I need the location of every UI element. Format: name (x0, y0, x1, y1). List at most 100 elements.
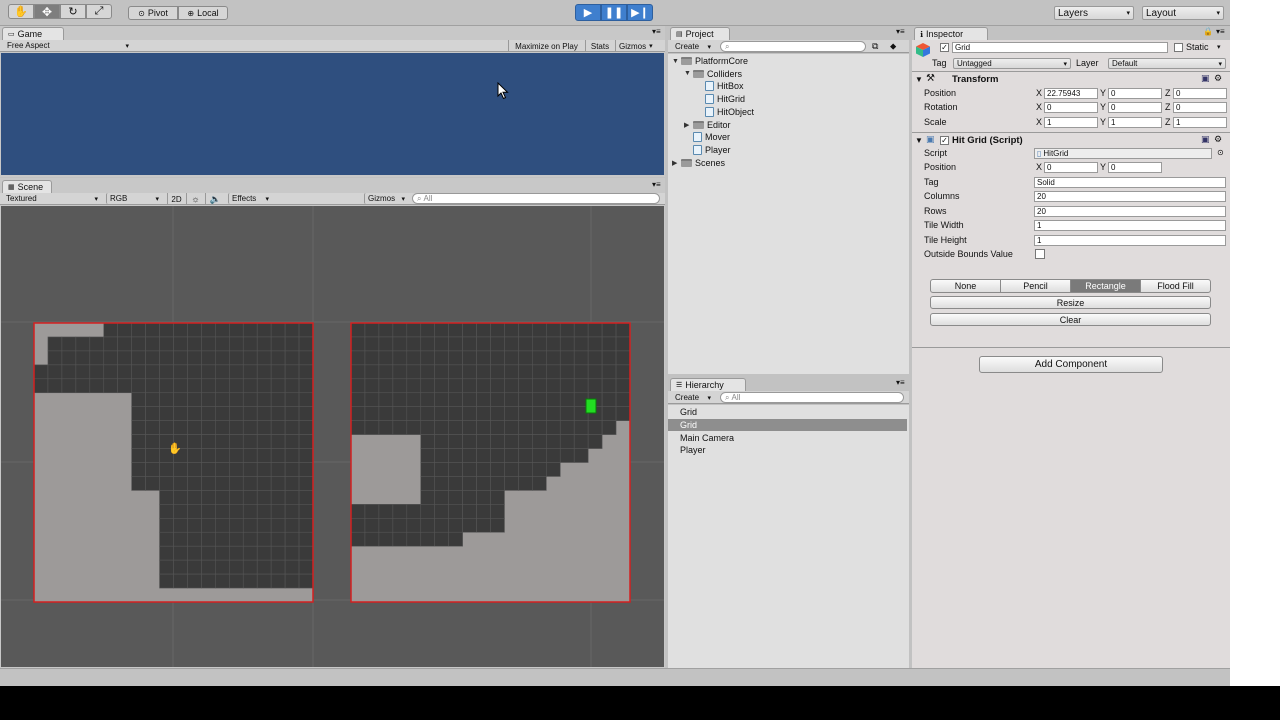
hierarchy-tab-menu-icon[interactable]: ▾≡ (896, 378, 905, 387)
mode-2d-toggle[interactable]: 2D (167, 193, 185, 205)
resize-button[interactable]: Resize (930, 296, 1211, 309)
project-item-mover[interactable]: Mover (684, 131, 730, 143)
project-item-scenes[interactable]: ▶ Scenes (672, 157, 725, 169)
color-mode-dropdown[interactable]: RGB (106, 193, 162, 204)
help-icon[interactable]: ▣ (1201, 134, 1210, 145)
tab-inspector[interactable]: ℹ Inspector (914, 27, 988, 40)
static-checkbox[interactable] (1174, 43, 1183, 52)
game-tab-menu-icon[interactable]: ▾≡ (652, 27, 661, 36)
grid-position-y-field[interactable]: 0 (1108, 162, 1162, 173)
effects-dropdown[interactable]: Effects (228, 193, 272, 204)
hierarchy-item[interactable]: Player (668, 444, 907, 456)
pivot-button[interactable]: ⊙ Pivot (128, 6, 178, 20)
stats-toggle[interactable]: Stats (585, 40, 614, 52)
grid-tag-field[interactable]: Solid (1034, 177, 1226, 188)
gear-icon[interactable]: ⚙ (1214, 134, 1222, 145)
help-icon[interactable]: ▣ (1201, 73, 1210, 84)
rotation-x-field[interactable]: 0 (1044, 102, 1098, 113)
transform-foldout-icon[interactable]: ▼ (915, 75, 923, 84)
layout-dropdown[interactable]: Layout (1142, 6, 1224, 20)
player-sprite[interactable] (585, 398, 597, 414)
collapsed-arrow-icon[interactable]: ▶ (672, 159, 681, 167)
collapsed-arrow-icon[interactable]: ▶ (684, 121, 693, 129)
hierarchy-item[interactable]: Main Camera (668, 432, 907, 444)
grid-position-x-field[interactable]: 0 (1044, 162, 1098, 173)
scale-tool-button[interactable]: ⤢ (86, 4, 112, 19)
script-field[interactable]: ▯ HitGrid (1034, 148, 1212, 159)
tool-pencil-button[interactable]: Pencil (1000, 279, 1071, 293)
filter-by-label-icon[interactable]: ⬥ (890, 41, 896, 52)
scene-viewport[interactable]: ✋ (1, 206, 664, 667)
position-z-field[interactable]: 0 (1173, 88, 1227, 99)
tool-rectangle-button[interactable]: Rectangle (1070, 279, 1141, 293)
move-tool-button[interactable]: ✥ (34, 4, 60, 19)
rotation-z-field[interactable]: 0 (1173, 102, 1227, 113)
audio-toggle-icon[interactable]: 🔈 (205, 193, 225, 205)
maximize-on-play-toggle[interactable]: Maximize on Play (508, 40, 584, 52)
lighting-toggle-icon[interactable]: ☼ (186, 193, 204, 205)
tab-hierarchy[interactable]: ☰ Hierarchy (670, 378, 746, 391)
game-gizmos-toggle[interactable]: Gizmos ▾ (615, 40, 661, 52)
hand-tool-button[interactable]: ✋ (8, 4, 34, 19)
active-checkbox[interactable]: ✓ (940, 43, 949, 52)
scene-search-input[interactable]: ⌕ All (412, 193, 660, 204)
outside-bounds-checkbox[interactable] (1035, 249, 1045, 259)
project-create-dropdown[interactable]: Create (672, 41, 714, 52)
lock-icon[interactable]: 🔒 (1203, 27, 1213, 36)
hierarchy-create-dropdown[interactable]: Create (672, 392, 714, 403)
scale-y-field[interactable]: 1 (1108, 117, 1162, 128)
layers-dropdown[interactable]: Layers (1054, 6, 1134, 20)
project-item-editor[interactable]: ▶ Editor (684, 119, 731, 131)
expanded-arrow-icon[interactable]: ▼ (684, 70, 693, 77)
add-component-button[interactable]: Add Component (979, 356, 1163, 373)
pause-button[interactable]: ❚❚ (601, 4, 627, 21)
project-search-input[interactable]: ⌕ (720, 41, 866, 52)
tab-project[interactable]: ▤ Project (670, 27, 730, 40)
hierarchy-item[interactable]: Grid (668, 418, 907, 431)
scale-x-field[interactable]: 1 (1044, 117, 1098, 128)
project-item-hitbox[interactable]: HitBox (696, 80, 744, 92)
tab-game[interactable]: ▭ Game (2, 27, 64, 40)
static-dropdown-icon[interactable]: ▾ (1217, 43, 1221, 51)
scene-gizmos-dropdown[interactable]: Gizmos (364, 193, 408, 204)
rows-field[interactable]: 20 (1034, 206, 1226, 217)
hit-grid-left[interactable] (33, 322, 314, 603)
position-x-field[interactable]: 22.75943 (1044, 88, 1098, 99)
aspect-dropdown[interactable]: Free Aspect (4, 40, 132, 51)
expanded-arrow-icon[interactable]: ▼ (672, 58, 681, 65)
object-name-field[interactable]: Grid (952, 42, 1168, 53)
gear-icon[interactable]: ⚙ (1214, 73, 1222, 84)
tag-dropdown[interactable]: Untagged (953, 58, 1071, 69)
project-item-platformcore[interactable]: ▼ PlatformCore (672, 55, 748, 67)
hit-grid-right[interactable] (350, 322, 631, 603)
rotation-y-field[interactable]: 0 (1108, 102, 1162, 113)
columns-field[interactable]: 20 (1034, 191, 1226, 202)
project-item-player[interactable]: Player (684, 144, 731, 156)
filter-by-type-icon[interactable]: ⧉ (872, 41, 878, 52)
scene-tab-menu-icon[interactable]: ▾≡ (652, 180, 661, 189)
inspector-tab-menu-icon[interactable]: ▾≡ (1216, 27, 1225, 36)
game-viewport[interactable] (1, 53, 664, 175)
project-tab-menu-icon[interactable]: ▾≡ (896, 27, 905, 36)
tile-width-field[interactable]: 1 (1034, 220, 1226, 231)
project-item-colliders[interactable]: ▼ Colliders (684, 68, 742, 80)
tile-height-field[interactable]: 1 (1034, 235, 1226, 246)
tab-scene[interactable]: ▦ Scene (2, 180, 52, 193)
scale-z-field[interactable]: 1 (1173, 117, 1227, 128)
hierarchy-search-input[interactable]: ⌕ All (720, 392, 904, 403)
project-item-hitgrid[interactable]: HitGrid (696, 93, 745, 105)
project-item-hitobject[interactable]: HitObject (696, 106, 754, 118)
hierarchy-item[interactable]: Grid (668, 406, 907, 418)
tool-none-button[interactable]: None (930, 279, 1001, 293)
position-y-field[interactable]: 0 (1108, 88, 1162, 99)
local-button[interactable]: ⊕ Local (178, 6, 228, 20)
play-button[interactable]: ▶ (575, 4, 601, 21)
step-button[interactable]: ▶❙ (627, 4, 653, 21)
hitgrid-enabled-checkbox[interactable]: ✓ (940, 136, 949, 145)
layer-dropdown[interactable]: Default (1108, 58, 1226, 69)
render-mode-dropdown[interactable]: Textured (3, 193, 101, 204)
rotate-tool-button[interactable]: ↻ (60, 4, 86, 19)
clear-button[interactable]: Clear (930, 313, 1211, 326)
hitgrid-foldout-icon[interactable]: ▼ (915, 136, 923, 145)
tool-flood-fill-button[interactable]: Flood Fill (1140, 279, 1211, 293)
